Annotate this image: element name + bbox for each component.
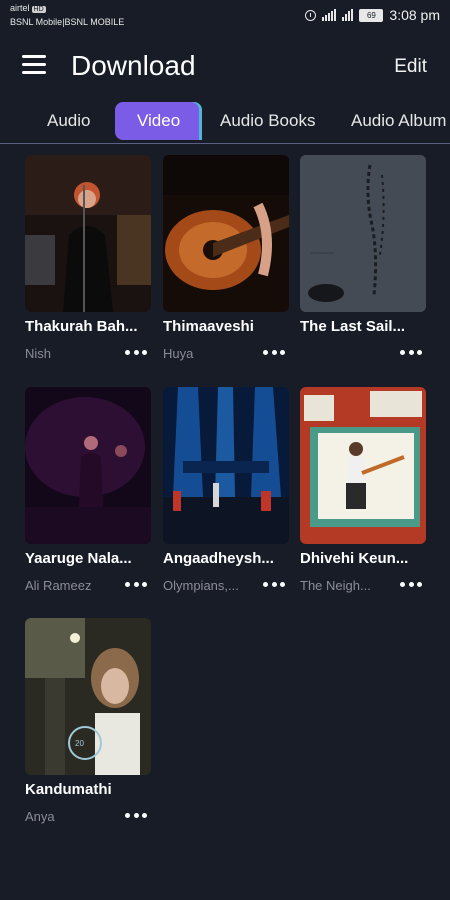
app-bar: Download Edit — [0, 40, 450, 96]
video-card[interactable]: Thakurah Bah... Nish — [25, 155, 151, 365]
signal-icon — [322, 9, 337, 21]
video-card[interactable]: 20 Kandumathi Anya — [25, 618, 151, 828]
battery-icon: 69 — [359, 8, 384, 22]
tab-divider — [0, 143, 450, 144]
video-title: Angaadheysh... — [163, 550, 274, 567]
video-artist: Olympians,... — [163, 578, 239, 593]
video-title: The Last Sail... — [300, 318, 406, 335]
video-title: Thakurah Bah... — [25, 318, 138, 335]
video-title: Thimaaveshi — [163, 318, 254, 335]
carrier-label-primary: airtel HD — [10, 3, 46, 13]
tab-audio[interactable]: Audio — [47, 102, 90, 140]
video-thumbnail — [163, 387, 289, 544]
svg-text:20: 20 — [75, 739, 84, 748]
video-artist: Nish — [25, 346, 52, 361]
video-artist: Huya — [163, 346, 194, 361]
more-options-icon[interactable] — [125, 345, 147, 359]
more-options-icon[interactable] — [400, 577, 422, 591]
video-artist: The Neigh... — [300, 578, 371, 593]
more-options-icon[interactable] — [400, 345, 422, 359]
video-artist: Anya — [25, 809, 55, 824]
video-artist: Ali Rameez — [25, 578, 92, 593]
svg-text:~~~~~~~~: ~~~~~~~~ — [310, 251, 333, 257]
video-thumbnail — [25, 387, 151, 544]
video-card[interactable]: ~~~~~~~~ The Last Sail... — [300, 155, 426, 365]
clock: 3:08 pm — [389, 7, 440, 23]
video-title: Yaaruge Nala... — [25, 550, 132, 567]
video-title: Kandumathi — [25, 781, 112, 798]
page-title: Download — [71, 50, 196, 81]
video-card[interactable]: Angaadheysh... Olympians,... — [163, 387, 289, 597]
video-card[interactable]: Thimaaveshi Huya — [163, 155, 289, 365]
tab-bar: Audio Video Audio Books Audio Album — [0, 102, 450, 142]
alarm-icon — [305, 9, 317, 21]
video-title: Dhivehi Keun... — [300, 550, 409, 567]
carrier-label-secondary: BSNL Mobile|BSNL MOBILE — [10, 17, 125, 27]
more-options-icon[interactable] — [125, 577, 147, 591]
hd-badge: HD — [31, 6, 46, 13]
video-card[interactable]: Yaaruge Nala... Ali Rameez — [25, 387, 151, 597]
status-icons: 69 3:08 pm — [305, 7, 440, 23]
more-options-icon[interactable] — [263, 345, 285, 359]
video-thumbnail: ~~~~~~~~ — [300, 155, 426, 312]
more-options-icon[interactable] — [263, 577, 285, 591]
video-thumbnail — [25, 155, 151, 312]
tab-audio-books[interactable]: Audio Books — [220, 102, 315, 140]
tab-video[interactable]: Video — [115, 102, 203, 140]
status-bar: airtel HD BSNL Mobile|BSNL MOBILE 69 3:08… — [0, 0, 450, 34]
edit-button[interactable]: Edit — [394, 56, 427, 78]
video-thumbnail — [300, 387, 426, 544]
video-thumbnail: 20 — [25, 618, 151, 775]
video-thumbnail — [163, 155, 289, 312]
hamburger-menu-icon[interactable] — [22, 55, 48, 75]
video-card[interactable]: Dhivehi Keun... The Neigh... — [300, 387, 426, 597]
more-options-icon[interactable] — [125, 808, 147, 822]
tab-audio-album[interactable]: Audio Album — [351, 102, 446, 140]
signal-icon-2 — [342, 9, 354, 21]
